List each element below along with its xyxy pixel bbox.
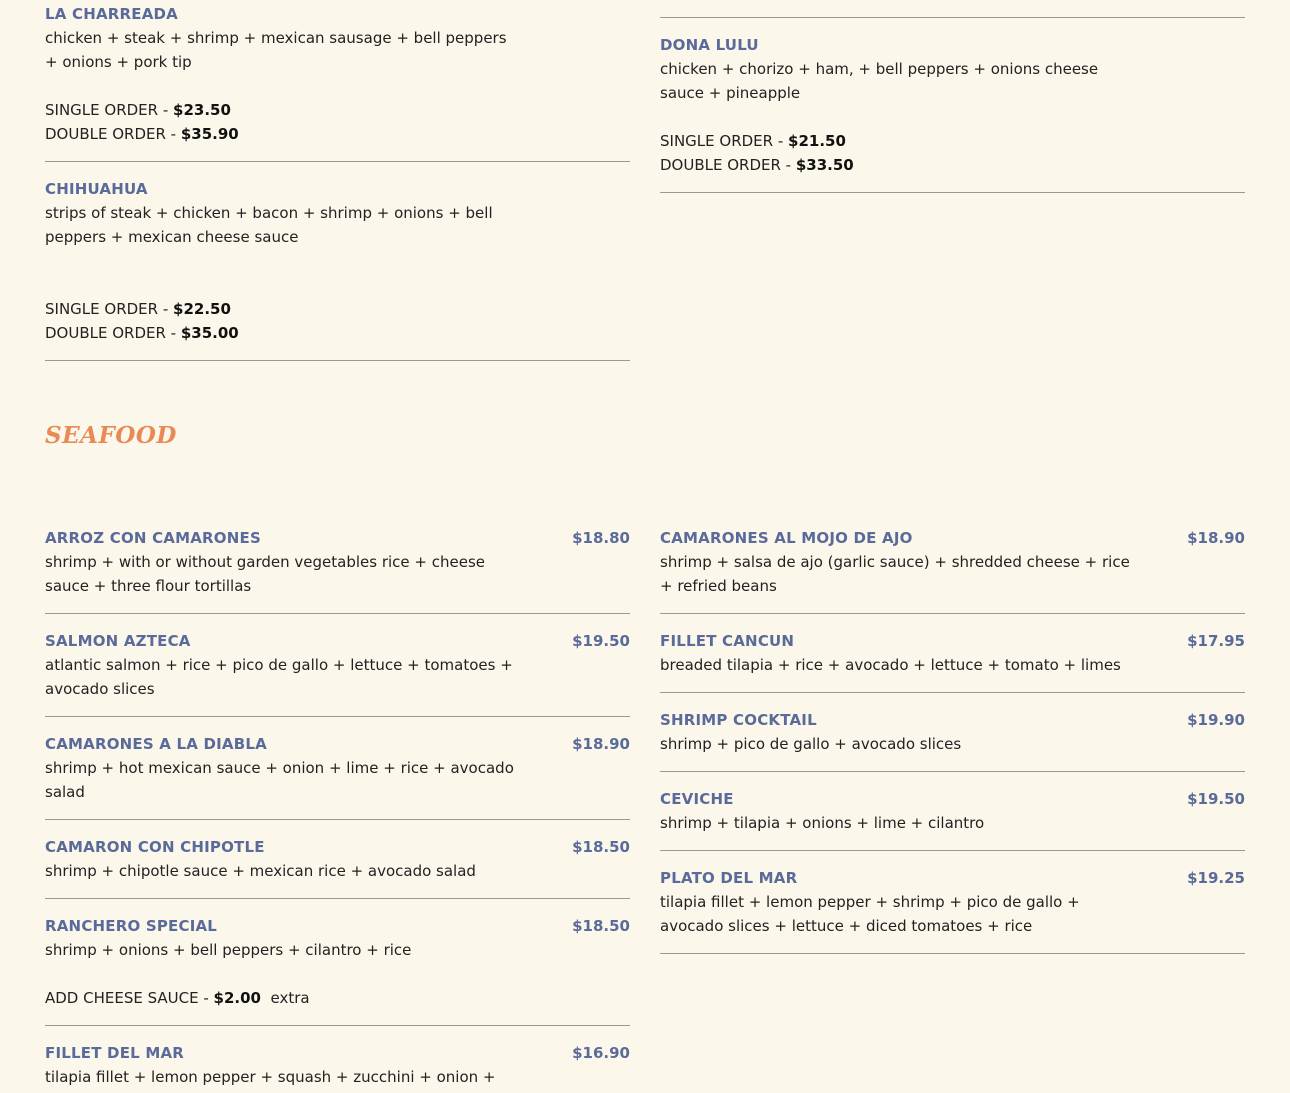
item-name: SALMON AZTECA [45,632,191,650]
item-name: FILLET DEL MAR [45,1044,185,1062]
double-order-label: DOUBLE ORDER - [45,125,181,143]
single-order-line: SINGLE ORDER - $22.50 [45,297,231,321]
item-price: $19.25 [1187,869,1245,887]
double-order-price: $35.00 [180,324,239,342]
item-price: $19.50 [572,632,630,650]
item-name: FILLET CANCUN [660,632,795,650]
item-description: tilapia fillet + lemon pepper + squash +… [45,1068,496,1086]
double-order-label: DOUBLE ORDER - [45,324,181,342]
divider [45,161,630,162]
item-name: CHIHUAHUA [45,180,148,198]
single-order-label: SINGLE ORDER - [660,132,789,150]
item-price: $19.50 [1187,790,1245,808]
item-name: ARROZ CON CAMARONES [45,529,261,547]
divider [660,771,1245,772]
divider [660,192,1245,193]
item-description: shrimp + hot mexican sauce + onion + lim… [45,759,514,801]
item-description: strips of steak + chicken + bacon + shri… [45,204,493,246]
item-name: RANCHERO SPECIAL [45,917,218,935]
item-description: breaded tilapia + rice + avocado + lettu… [660,656,1121,674]
single-order-price: $21.50 [788,132,846,150]
item-description: shrimp + chipotle sauce + mexican rice +… [45,862,476,880]
extra-line: ADD CHEESE SAUCE - $2.00 extra [45,986,310,1010]
double-order-price: $33.50 [795,156,854,174]
item-description: shrimp + with or without garden vegetabl… [45,553,485,595]
divider [660,850,1245,851]
single-order-label: SINGLE ORDER - [45,300,174,318]
item-name: CAMARONES AL MOJO DE AJO [660,529,913,547]
single-order-price: $23.50 [173,101,231,119]
item-description: tilapia fillet + lemon pepper + shrimp +… [660,893,1080,935]
section-title-seafood: SEAFOOD [45,422,177,449]
item-name: DONA LULU [660,36,759,54]
item-price: $18.50 [572,838,630,856]
double-order-line: DOUBLE ORDER - $35.90 [45,122,239,146]
double-order-line: DOUBLE ORDER - $35.00 [45,321,239,345]
divider [45,360,630,361]
single-order-label: SINGLE ORDER - [45,101,174,119]
item-description: shrimp + salsa de ajo (garlic sauce) + s… [660,553,1130,595]
divider [45,716,630,717]
item-name: PLATO DEL MAR [660,869,798,887]
double-order-line: DOUBLE ORDER - $33.50 [660,153,854,177]
double-order-price: $35.90 [180,125,239,143]
item-description: chicken + chorizo + ham, + bell peppers … [660,60,1099,102]
item-price: $18.90 [572,735,630,753]
divider [45,819,630,820]
item-name: CAMARON CON CHIPOTLE [45,838,265,856]
item-name: CAMARONES A LA DIABLA [45,735,267,753]
extra-price: $2.00 [213,989,261,1007]
item-price: $18.90 [1187,529,1245,547]
item-description: shrimp + pico de gallo + avocado slices [660,735,962,753]
divider [660,953,1245,954]
item-description: shrimp + onions + bell peppers + cilantr… [45,941,412,959]
extra-suffix: extra [270,989,310,1007]
item-price: $18.50 [572,917,630,935]
item-price: $16.90 [572,1044,630,1062]
extra-label: ADD CHEESE SAUCE - [45,989,214,1007]
item-description: chicken + steak + shrimp + mexican sausa… [45,29,507,71]
item-price: $17.95 [1187,632,1245,650]
single-order-line: SINGLE ORDER - $23.50 [45,98,231,122]
single-order-price: $22.50 [173,300,231,318]
item-name: LA CHARREADA [45,5,178,23]
double-order-label: DOUBLE ORDER - [660,156,796,174]
item-price: $19.90 [1187,711,1245,729]
item-description: shrimp + tilapia + onions + lime + cilan… [660,814,985,832]
item-name: SHRIMP COCKTAIL [660,711,817,729]
item-name: CEVICHE [660,790,734,808]
divider [45,613,630,614]
item-description: atlantic salmon + rice + pico de gallo +… [45,656,513,698]
divider [45,1025,630,1026]
divider [660,17,1245,18]
divider [45,898,630,899]
single-order-line: SINGLE ORDER - $21.50 [660,129,846,153]
item-price: $18.80 [572,529,630,547]
divider [660,692,1245,693]
divider [660,613,1245,614]
